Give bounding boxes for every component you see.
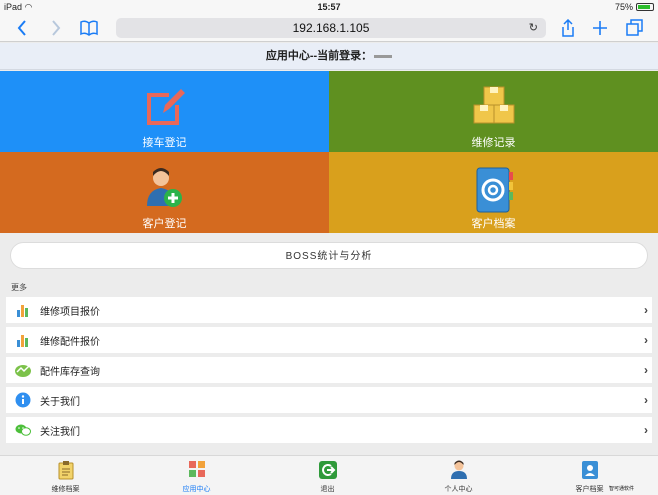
chevron-right-icon (52, 20, 61, 36)
list-item-follow-us[interactable]: 关注我们 › (6, 417, 652, 443)
list-item-parts-quote[interactable]: 维修配件报价 › (6, 327, 652, 353)
bookmarks-button[interactable] (78, 18, 100, 38)
share-button[interactable] (558, 18, 578, 38)
list-item-repair-quote[interactable]: 维修项目报价 › (6, 297, 652, 323)
reload-icon[interactable]: ↻ (529, 18, 538, 38)
tile-label: 客户登记 (142, 218, 187, 230)
tile-label: 维修记录 (471, 137, 516, 149)
chevron-right-icon: › (644, 423, 648, 437)
chevron-right-icon: › (644, 393, 648, 407)
new-tab-button[interactable] (590, 18, 610, 38)
bar-chart-icon (14, 301, 32, 319)
share-icon (562, 19, 574, 37)
add-user-icon (145, 166, 185, 215)
section-label-more: 更多 (11, 283, 27, 292)
browser-toolbar: 192.168.1.105 ↻ (0, 14, 658, 42)
list-item-label: 配件库存查询 (40, 366, 100, 378)
battery-icon (636, 3, 654, 11)
boxes-icon (472, 85, 516, 132)
url-text: 192.168.1.105 (292, 21, 370, 35)
clock: 15:57 (317, 2, 341, 12)
info-icon (14, 391, 32, 409)
list-item-label: 维修配件报价 (40, 336, 100, 348)
bar-chart-icon (14, 331, 32, 349)
chevron-right-icon: › (644, 333, 648, 347)
current-user-name (374, 54, 393, 58)
tab-label: 应用中心 (182, 486, 211, 493)
address-bar[interactable]: 192.168.1.105 ↻ (116, 18, 546, 38)
grid-apps-icon (188, 460, 206, 483)
tab-label: 退出 (320, 486, 335, 493)
list-item-label: 维修项目报价 (40, 306, 100, 318)
user-icon (450, 460, 468, 485)
list-item-parts-inventory[interactable]: 配件库存查询 › (6, 357, 652, 383)
chevron-right-icon: › (644, 363, 648, 377)
clipboard-icon (58, 460, 74, 485)
tile-customer-registration[interactable]: 客户登记 (0, 152, 329, 233)
tab-logout[interactable]: 退出 (262, 456, 393, 495)
tab-customer-archive[interactable]: 客户档案 (524, 456, 655, 495)
list-item-label: 关于我们 (40, 396, 80, 408)
tabs-icon (626, 19, 643, 36)
bottom-tab-bar: 维修档案 应用中心 退出 个人中心 客户档案 智可通软件 (0, 455, 658, 495)
list-item-about-us[interactable]: 关于我们 › (6, 387, 652, 413)
logout-icon (318, 460, 338, 485)
wechat-icon (14, 421, 32, 439)
contact-book-icon (473, 166, 515, 219)
chevron-right-icon: › (644, 303, 648, 317)
battery-indicator: 75% (615, 2, 654, 12)
tab-label: 个人中心 (444, 486, 473, 493)
tile-vehicle-checkin[interactable]: 接车登记 (0, 71, 329, 152)
plus-icon (593, 21, 607, 35)
tile-label: 接车登记 (142, 137, 187, 149)
list-item-label: 关注我们 (40, 426, 80, 438)
forward-button[interactable] (46, 18, 66, 38)
watermark: 智可通软件 (608, 486, 634, 492)
back-button[interactable] (12, 18, 32, 38)
edit-icon (143, 85, 187, 134)
tab-app-center[interactable]: 应用中心 (131, 456, 262, 495)
tile-label: 客户档案 (471, 218, 516, 230)
tabs-button[interactable] (624, 18, 646, 38)
tab-label: 客户档案 (575, 486, 604, 493)
inventory-icon (14, 361, 32, 379)
tab-label: 维修档案 (51, 486, 80, 493)
tile-repair-records[interactable]: 维修记录 (329, 71, 658, 152)
page-title: 应用中心--当前登录： (0, 43, 658, 70)
more-list: 维修项目报价 › 维修配件报价 › 配件库存查询 › 关于我们 › 关注我们 › (6, 297, 652, 447)
chevron-left-icon (17, 20, 26, 36)
contact-card-icon (581, 460, 599, 485)
tab-personal-center[interactable]: 个人中心 (393, 456, 524, 495)
boss-analytics-button[interactable]: BOSS统计与分析 (10, 242, 648, 269)
tab-repair-archive[interactable]: 维修档案 (0, 456, 131, 495)
book-icon (80, 20, 98, 36)
status-bar: iPad ◠ 15:57 75% (0, 0, 658, 14)
app-tiles: 接车登记 维修记录 客户登记 客户档案 (0, 71, 658, 233)
tile-customer-archive[interactable]: 客户档案 (329, 152, 658, 233)
